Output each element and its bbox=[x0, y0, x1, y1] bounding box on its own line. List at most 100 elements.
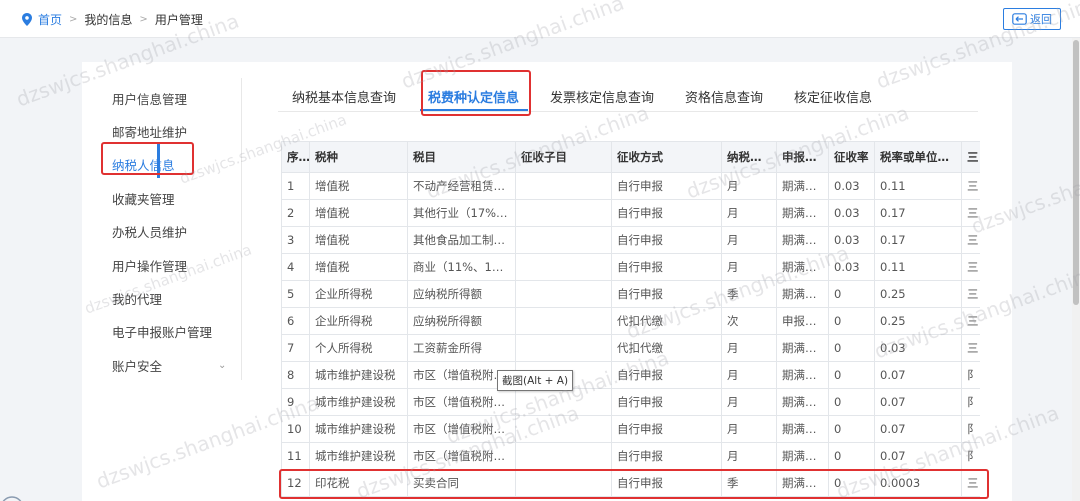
table-cell: 代扣代缴 bbox=[611, 334, 722, 362]
table-cell bbox=[515, 307, 612, 335]
table-row[interactable]: 11 城市维护建设税 市区（增值税附… 自行申报月期满… 0 0.07 阝 bbox=[281, 442, 980, 470]
table-cell: 三 bbox=[961, 199, 980, 227]
nav-item-e-filing-account[interactable]: 电子申报账户管理 bbox=[112, 322, 212, 341]
table-cell: 0.07 bbox=[874, 361, 962, 389]
highlight-row-box bbox=[279, 469, 989, 499]
nav-item-user-info[interactable]: 用户信息管理 bbox=[112, 89, 187, 108]
back-button-label: 返回 bbox=[1030, 13, 1052, 26]
table-cell: 0.07 bbox=[874, 415, 962, 443]
nav-item-tax-staff[interactable]: 办税人员维护 bbox=[112, 222, 187, 241]
table-row[interactable]: 1 增值税 不动产经营租赁… 自行申报月期满… 0.03 0.11 三 bbox=[281, 172, 980, 200]
breadcrumb-my-info[interactable]: 我的信息 bbox=[84, 11, 132, 28]
page-scrollbar-thumb[interactable] bbox=[1073, 40, 1079, 305]
table-cell: 月 bbox=[721, 226, 777, 254]
nav-item-my-agent[interactable]: 我的代理 bbox=[112, 289, 162, 308]
table-row[interactable]: 8 城市维护建设税 市区（增值税附… 自行申报月期满… 0 0.07 阝 bbox=[281, 361, 980, 389]
table-cell: 申报… bbox=[776, 307, 829, 335]
table-cell: 0.11 bbox=[874, 172, 962, 200]
table-cell: 自行申报 bbox=[611, 199, 722, 227]
tax-type-table: 序号 税种 税目 征收子目 征收方式 纳税期限 申报期限 征收率 税率或单位税额… bbox=[281, 141, 980, 501]
table-cell: 自行申报 bbox=[611, 280, 722, 308]
nav-item-favorites[interactable]: 收藏夹管理 bbox=[112, 189, 175, 208]
table-cell: 个人所得税 bbox=[309, 334, 408, 362]
table-cell: 市区（增值税附… bbox=[407, 442, 516, 470]
nav-item-operation-management[interactable]: 用户操作管理 bbox=[112, 256, 187, 275]
table-cell: 7 bbox=[281, 334, 310, 362]
table-cell: 月 bbox=[721, 334, 777, 362]
table-cell: 6 bbox=[281, 307, 310, 335]
table-cell: 自行申报 bbox=[611, 172, 722, 200]
screenshot-tooltip: 截图(Alt + A) bbox=[497, 370, 574, 391]
nav-item-mailing-address[interactable]: 邮寄地址维护 bbox=[112, 122, 187, 141]
table-cell bbox=[515, 226, 612, 254]
table-header-row: 序号 税种 税目 征收子目 征收方式 纳税期限 申报期限 征收率 税率或单位税额… bbox=[281, 141, 980, 173]
table-cell: 期满… bbox=[776, 226, 829, 254]
back-button[interactable]: 返回 bbox=[1003, 8, 1061, 30]
table-cell: 5 bbox=[281, 280, 310, 308]
tab-basic-info[interactable]: 纳税基本信息查询 bbox=[292, 87, 396, 106]
table-cell bbox=[515, 280, 612, 308]
corner-logo-icon bbox=[2, 496, 22, 501]
table-cell: 企业所得税 bbox=[309, 280, 408, 308]
table-cell: 企业所得税 bbox=[309, 307, 408, 335]
table-cell: 三 bbox=[961, 334, 980, 362]
back-arrow-icon bbox=[1012, 13, 1027, 25]
table-header: 纳税期限 bbox=[721, 141, 777, 173]
table-cell bbox=[515, 442, 612, 470]
table-header: 税目 bbox=[407, 141, 516, 173]
table-cell: 市区（增值税附… bbox=[407, 388, 516, 416]
chevron-down-icon[interactable]: ⌄ bbox=[218, 360, 226, 371]
table-cell: 0 bbox=[828, 361, 875, 389]
table-cell: 自行申报 bbox=[611, 415, 722, 443]
table-cell: 1 bbox=[281, 172, 310, 200]
table-cell: 0.17 bbox=[874, 199, 962, 227]
table-cell: 2 bbox=[281, 199, 310, 227]
table-row[interactable]: 5 企业所得税 应纳税所得额 自行申报季期满… 0 0.25 三 bbox=[281, 280, 980, 308]
nav-item-account-security[interactable]: 账户安全 bbox=[112, 356, 162, 375]
table-cell: 增值税 bbox=[309, 172, 408, 200]
table-cell: 自行申报 bbox=[611, 253, 722, 281]
table-row[interactable]: 6 企业所得税 应纳税所得额 代扣代缴次申报… 0 0.25 三 bbox=[281, 307, 980, 335]
table-cell: 0.03 bbox=[828, 253, 875, 281]
table-cell: 9 bbox=[281, 388, 310, 416]
table-cell: 自行申报 bbox=[611, 442, 722, 470]
table-cell: 城市维护建设税 bbox=[309, 442, 408, 470]
table-row[interactable]: 7 个人所得税 工资薪金所得 代扣代缴月期满… 0 0.03 三 bbox=[281, 334, 980, 362]
breadcrumb-user-management: 用户管理 bbox=[154, 13, 203, 27]
table-cell: 其他食品加工制… bbox=[407, 226, 516, 254]
table-cell: 自行申报 bbox=[611, 388, 722, 416]
table-cell: 城市维护建设税 bbox=[309, 415, 408, 443]
table-cell: 阝 bbox=[961, 415, 980, 443]
tab-qualification[interactable]: 资格信息查询 bbox=[685, 87, 763, 106]
table-cell: 0.25 bbox=[874, 280, 962, 308]
side-nav: 用户信息管理 邮寄地址维护 纳税人信息 收藏夹管理 办税人员维护 用户操作管理 … bbox=[82, 78, 242, 380]
table-cell: 0.07 bbox=[874, 388, 962, 416]
table-cell: 0.03 bbox=[828, 199, 875, 227]
table-cell bbox=[515, 199, 612, 227]
table-cell: 0.11 bbox=[874, 253, 962, 281]
table-row[interactable]: 10 城市维护建设税 市区（增值税附… 自行申报月期满… 0 0.07 阝 bbox=[281, 415, 980, 443]
breadcrumb-home[interactable]: 首页 bbox=[38, 11, 62, 28]
tab-invoice-approval[interactable]: 发票核定信息查询 bbox=[550, 87, 654, 106]
table-row[interactable]: 9 城市维护建设税 市区（增值税附… 自行申报月期满… 0 0.07 阝 bbox=[281, 388, 980, 416]
table-cell: 工资薪金所得 bbox=[407, 334, 516, 362]
table-row[interactable]: 2 增值税 其他行业（17%… 自行申报月期满… 0.03 0.17 三 bbox=[281, 199, 980, 227]
table-cell: 月 bbox=[721, 361, 777, 389]
table-cell: 0.07 bbox=[874, 442, 962, 470]
table-cell: 0 bbox=[828, 442, 875, 470]
table-row[interactable]: 4 增值税 商业（11%、10… 自行申报月期满… 0.03 0.11 三 bbox=[281, 253, 980, 281]
table-cell bbox=[515, 172, 612, 200]
table-cell: 期满… bbox=[776, 199, 829, 227]
table-cell: 4 bbox=[281, 253, 310, 281]
highlight-tab-box bbox=[421, 70, 531, 116]
table-cell: 季 bbox=[721, 280, 777, 308]
table-cell: 0.03 bbox=[828, 226, 875, 254]
table-cell: 期满… bbox=[776, 334, 829, 362]
table-row[interactable]: 3 增值税 其他食品加工制… 自行申报月期满… 0.03 0.17 三 bbox=[281, 226, 980, 254]
table-cell: 0 bbox=[828, 334, 875, 362]
tab-assessed-collection[interactable]: 核定征收信息 bbox=[794, 87, 872, 106]
table-cell: 10 bbox=[281, 415, 310, 443]
table-cell: 商业（11%、10… bbox=[407, 253, 516, 281]
table-cell: 0 bbox=[828, 307, 875, 335]
table-cell: 0.17 bbox=[874, 226, 962, 254]
